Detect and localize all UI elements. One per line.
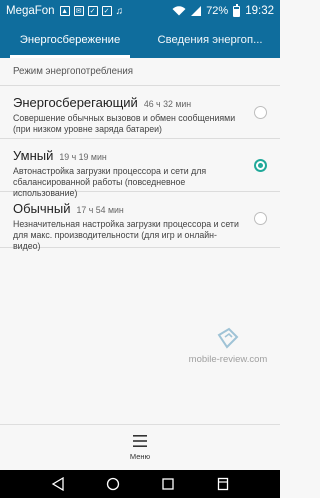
checkbox-icon: ✓ [101, 6, 112, 16]
tab-power-saving[interactable]: Энергосбережение [0, 22, 140, 58]
option-time: 46 ч 32 мин [143, 99, 192, 109]
clock: 19:32 [245, 5, 274, 17]
power-mode-option-normal[interactable]: Обычный 17 ч 54 мин Незначительная настр… [0, 192, 280, 251]
back-icon[interactable] [48, 475, 68, 493]
menu-icon [133, 434, 147, 447]
power-mode-option-saving[interactable]: Энергосберегающий 46 ч 32 мин Совершение… [0, 86, 280, 139]
carrier-name: MegaFon [6, 5, 55, 17]
tab-label: Сведения энергоп... [157, 34, 263, 46]
status-indicators: 72% 19:32 [172, 3, 274, 17]
image-icon: ▲ [59, 6, 70, 16]
radio-button[interactable] [254, 106, 267, 119]
option-title: Энергосберегающий [13, 95, 138, 110]
section-header: Режим энергопотребления [0, 58, 280, 86]
tab-label: Энергосбережение [19, 34, 121, 46]
radio-button[interactable] [254, 212, 267, 225]
mail-icon: ✉ [73, 6, 84, 16]
option-time: 17 ч 54 мин [76, 205, 124, 215]
option-description: Совершение обычных вызовов и обмен сообщ… [13, 113, 236, 134]
menu-label: Меню [129, 451, 151, 461]
main-content: Режим энергопотребления Энергосберегающи… [0, 58, 280, 424]
option-description: Незначительная настройка загрузки процес… [13, 219, 239, 251]
option-title: Обычный [13, 201, 71, 216]
notifications-icon[interactable] [213, 475, 233, 493]
battery-percent: 72% [206, 5, 229, 17]
option-title: Умный [13, 148, 54, 163]
bottom-menu-bar[interactable]: Меню [0, 424, 280, 470]
status-bar: MegaFon ▲ ✉ ✓ ✓ ♫ 72% 19:32 [0, 0, 280, 22]
section-title: Режим энергопотребления [13, 66, 134, 77]
checkbox-icon: ✓ [87, 6, 98, 16]
radio-button-selected[interactable] [254, 159, 267, 172]
music-icon: ♫ [115, 5, 124, 17]
tab-power-info[interactable]: Сведения энергоп... [140, 22, 280, 58]
recents-icon[interactable] [158, 475, 178, 493]
watermark-text: mobile-review.com [188, 354, 268, 365]
power-mode-option-smart[interactable]: Умный 19 ч 19 мин Автонастройка загрузки… [0, 139, 280, 198]
wifi-icon [172, 6, 186, 16]
tab-bar: Энергосбережение Сведения энергоп... [0, 22, 280, 58]
option-time: 19 ч 19 мин [59, 152, 107, 162]
home-icon[interactable] [103, 475, 123, 493]
battery-icon [233, 3, 241, 17]
signal-icon [191, 6, 202, 16]
navigation-bar [0, 470, 280, 498]
watermark: mobile-review.com [183, 325, 273, 365]
watermark-logo-icon [217, 327, 239, 349]
